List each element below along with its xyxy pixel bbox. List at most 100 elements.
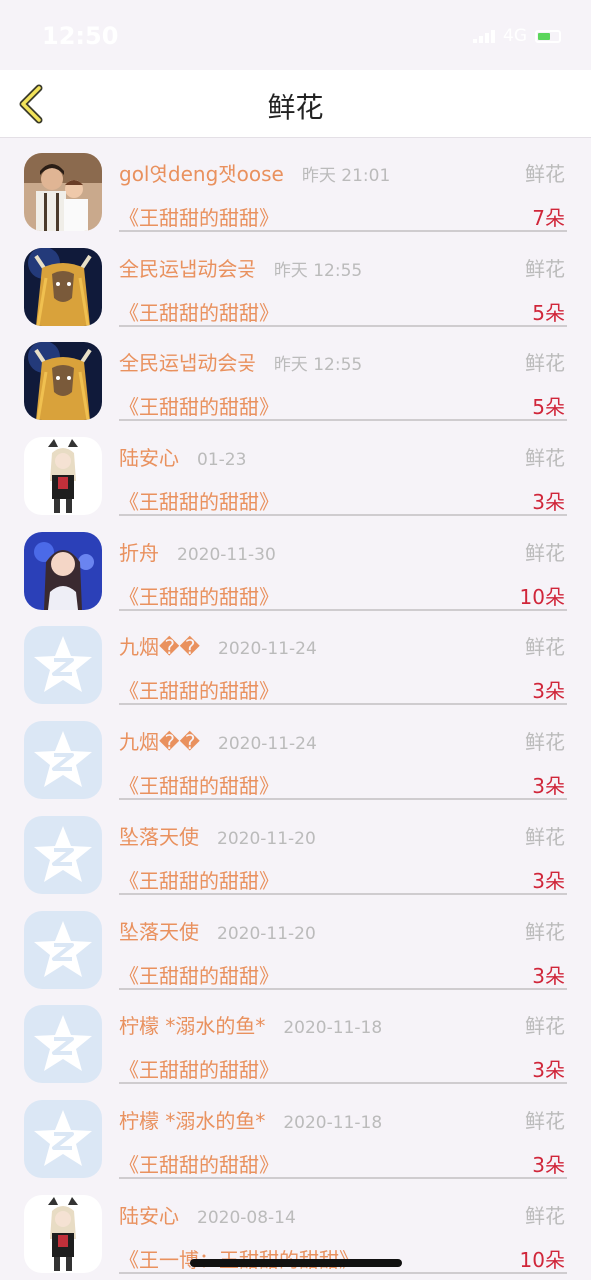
book-title[interactable]: 《王甜甜的甜甜》 <box>119 581 279 610</box>
row-detail: 《王甜甜的甜甜》 3朵 <box>119 673 567 706</box>
flower-count: 7朵 <box>532 206 565 230</box>
avatar[interactable] <box>24 247 102 326</box>
user-name[interactable]: 全民运냅动会곶 <box>119 253 256 282</box>
book-title[interactable]: 《王甜甜的甜甜》 <box>119 202 279 231</box>
user-name[interactable]: 柠檬 *溺水的鱼* <box>119 1105 265 1134</box>
flower-count: 3朵 <box>532 1152 565 1177</box>
avatar[interactable] <box>24 1194 102 1273</box>
row-header: 折舟 2020-11-30 <box>119 537 565 565</box>
list-item[interactable]: 全民运냅动会곶 昨天 12:55 鲜花 《王甜甜的甜甜》 5朵 <box>0 329 591 424</box>
row-header: gol엿deng잿oose 昨天 21:01 <box>119 158 565 186</box>
timestamp: 2020-11-20 <box>217 923 316 944</box>
row-header: 柠檬 *溺水的鱼* 2020-11-18 <box>119 1010 565 1038</box>
row-detail: 《王甜甜的甜甜》 5朵 <box>119 389 567 422</box>
row-header: 陆安心 01-23 <box>119 442 565 470</box>
list-item[interactable]: 全民运냅动会곶 昨天 12:55 鲜花 《王甜甜的甜甜》 5朵 <box>0 235 591 330</box>
gift-type: 鲜花 <box>525 1014 565 1039</box>
user-name[interactable]: 陆安心 <box>119 442 179 471</box>
avatar[interactable] <box>24 153 102 231</box>
flower-count: 5朵 <box>532 395 565 420</box>
book-title[interactable]: 《王甜甜的甜甜》 <box>119 1054 279 1083</box>
flower-count: 3朵 <box>532 490 565 515</box>
navigation-bar: 鲜花 <box>0 70 591 138</box>
gift-type: 鲜花 <box>525 635 565 660</box>
list-item[interactable]: 九烟�� 2020-11-24 鲜花 《王甜甜的甜甜》 3朵 <box>0 613 591 708</box>
timestamp: 2020-11-24 <box>218 734 317 755</box>
row-detail: 《王一博：王甜甜的甜甜》 10朵 <box>119 1242 567 1274</box>
list-item[interactable]: 柠檬 *溺水的鱼* 2020-11-18 鲜花 《王甜甜的甜甜》 3朵 <box>0 1087 591 1182</box>
row-detail: 《王甜甜的甜甜》 3朵 <box>119 958 567 990</box>
status-indicators: 4G <box>473 26 561 46</box>
timestamp: 2020-11-20 <box>217 828 316 849</box>
avatar[interactable] <box>24 437 102 516</box>
gift-type: 鲜花 <box>525 1203 565 1228</box>
user-name[interactable]: 全民运냅动会곶 <box>119 347 256 376</box>
timestamp: 2020-08-14 <box>197 1207 296 1228</box>
flower-count: 5朵 <box>532 300 565 325</box>
list-item[interactable]: gol엿deng잿oose 昨天 21:01 鲜花 《王甜甜的甜甜》 7朵 <box>0 140 591 235</box>
row-detail: 《王甜甜的甜甜》 10朵 <box>119 579 567 611</box>
avatar[interactable] <box>24 531 102 610</box>
book-title[interactable]: 《王甜甜的甜甜》 <box>119 297 279 326</box>
timestamp: 昨天 12:55 <box>273 355 363 376</box>
gift-type: 鲜花 <box>525 919 565 944</box>
book-title[interactable]: 《王甜甜的甜甜》 <box>119 486 279 515</box>
list-item[interactable]: 陆安心 01-23 鲜花 《王甜甜的甜甜》 3朵 <box>0 424 591 519</box>
row-detail: 《王甜甜的甜甜》 5朵 <box>119 295 567 327</box>
avatar[interactable] <box>24 1005 102 1084</box>
list-item[interactable]: 九烟�� 2020-11-24 鲜花 《王甜甜的甜甜》 3朵 <box>0 708 591 803</box>
battery-icon <box>535 29 561 43</box>
user-name[interactable]: 坠落天使 <box>119 821 199 850</box>
signal-icon <box>473 29 495 43</box>
gift-type: 鲜花 <box>525 351 565 376</box>
row-header: 九烟�� 2020-11-24 <box>119 726 565 754</box>
book-title[interactable]: 《王甜甜的甜甜》 <box>119 391 279 420</box>
flower-count: 3朵 <box>532 963 565 988</box>
row-header: 陆安心 2020-08-14 <box>119 1200 565 1228</box>
avatar[interactable] <box>24 910 102 989</box>
flower-count: 3朵 <box>532 1058 565 1083</box>
gift-type: 鲜花 <box>525 1108 565 1133</box>
flower-count: 3朵 <box>532 774 565 799</box>
book-title[interactable]: 《王甜甜的甜甜》 <box>119 770 279 799</box>
timestamp: 2020-11-24 <box>218 639 317 660</box>
book-title[interactable]: 《王甜甜的甜甜》 <box>119 865 279 894</box>
book-title[interactable]: 《王甜甜的甜甜》 <box>119 1149 279 1178</box>
gift-type: 鲜花 <box>525 256 565 281</box>
gift-type: 鲜花 <box>525 730 565 755</box>
book-title[interactable]: 《王甜甜的甜甜》 <box>119 675 279 704</box>
row-detail: 《王甜甜的甜甜》 3朵 <box>119 1147 567 1179</box>
timestamp: 昨天 12:55 <box>273 260 363 281</box>
avatar[interactable] <box>24 721 102 800</box>
timestamp: 01-23 <box>197 450 247 471</box>
list-item[interactable]: 坠落天使 2020-11-20 鲜花 《王甜甜的甜甜》 3朵 <box>0 803 591 898</box>
book-title[interactable]: 《王甜甜的甜甜》 <box>119 960 279 989</box>
row-detail: 《王甜甜的甜甜》 7朵 <box>119 200 567 232</box>
user-name[interactable]: 折舟 <box>119 537 159 566</box>
flower-count: 10朵 <box>519 584 565 609</box>
user-name[interactable]: 柠檬 *溺水的鱼* <box>119 1010 265 1039</box>
row-detail: 《王甜甜的甜甜》 3朵 <box>119 484 567 517</box>
page-title: 鲜花 <box>267 91 324 124</box>
flower-count: 3朵 <box>532 679 565 704</box>
user-name[interactable]: gol엿deng잿oose <box>119 158 284 187</box>
avatar[interactable] <box>24 626 102 705</box>
row-header: 全民运냅动会곶 昨天 12:55 <box>119 253 565 281</box>
user-name[interactable]: 九烟�� <box>119 631 200 660</box>
gift-type: 鲜花 <box>525 824 565 849</box>
flower-count: 3朵 <box>532 868 565 893</box>
home-indicator <box>190 1259 402 1267</box>
list-item[interactable]: 折舟 2020-11-30 鲜花 《王甜甜的甜甜》 10朵 <box>0 519 591 614</box>
user-name[interactable]: 九烟�� <box>119 726 200 755</box>
row-header: 全民运냅动会곶 昨天 12:55 <box>119 347 565 375</box>
avatar[interactable] <box>24 1099 102 1178</box>
row-header: 坠落天使 2020-11-20 <box>119 916 565 944</box>
timestamp: 2020-11-18 <box>283 1112 383 1133</box>
avatar[interactable] <box>24 815 102 894</box>
list-item[interactable]: 柠檬 *溺水的鱼* 2020-11-18 鲜花 《王甜甜的甜甜》 3朵 <box>0 992 591 1087</box>
list-item[interactable]: 坠落天使 2020-11-20 鲜花 《王甜甜的甜甜》 3朵 <box>0 898 591 993</box>
avatar[interactable] <box>24 342 102 421</box>
row-header: 柠檬 *溺水的鱼* 2020-11-18 <box>119 1105 565 1133</box>
user-name[interactable]: 坠落天使 <box>119 916 199 945</box>
user-name[interactable]: 陆安心 <box>119 1200 179 1229</box>
